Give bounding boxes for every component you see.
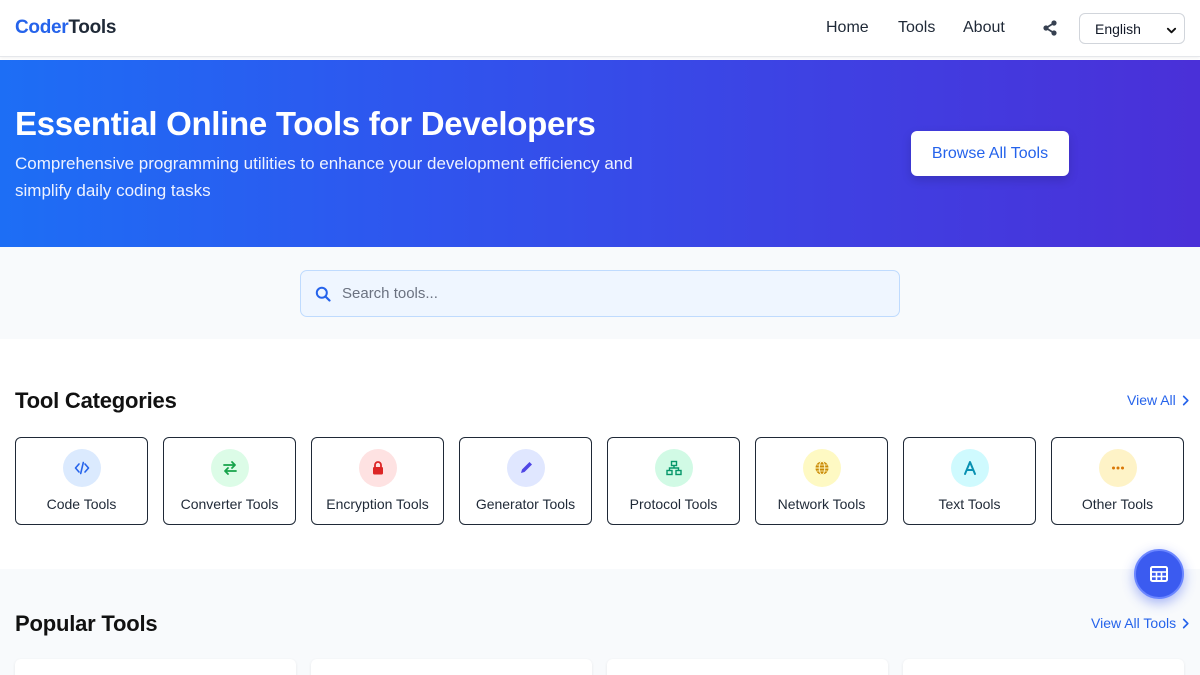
pencil-icon <box>507 449 545 487</box>
globe-icon <box>803 449 841 487</box>
network-tree-icon <box>655 449 693 487</box>
popular-tool-card[interactable] <box>607 659 888 675</box>
tools-grid-fab-button[interactable] <box>1134 549 1184 599</box>
category-encryption-tools[interactable]: Encryption Tools <box>311 437 444 525</box>
category-label: Encryption Tools <box>326 496 429 512</box>
letter-a-icon <box>951 449 989 487</box>
view-all-label: View All <box>1127 392 1176 408</box>
hero-title: Essential Online Tools for Developers <box>15 105 596 142</box>
nav-home[interactable]: Home <box>826 19 869 37</box>
category-label: Converter Tools <box>180 496 279 512</box>
popular-tool-card[interactable] <box>311 659 592 675</box>
category-list: Code Tools Converter Tools Encryption To… <box>15 437 1185 525</box>
category-code-tools[interactable]: Code Tools <box>15 437 148 525</box>
code-icon <box>63 449 101 487</box>
search-icon <box>315 286 331 302</box>
popular-tool-card[interactable] <box>903 659 1184 675</box>
nav-about[interactable]: About <box>963 19 1005 37</box>
share-icon[interactable] <box>1041 19 1059 37</box>
category-other-tools[interactable]: Other Tools <box>1051 437 1184 525</box>
view-all-tools-label: View All Tools <box>1091 615 1177 631</box>
view-all-categories-link[interactable]: View All <box>1127 392 1190 408</box>
arrows-exchange-icon <box>211 449 249 487</box>
search-input[interactable] <box>342 271 887 316</box>
category-network-tools[interactable]: Network Tools <box>755 437 888 525</box>
logo-part-coder: Coder <box>15 17 69 38</box>
chevron-down-icon <box>1166 23 1177 34</box>
category-label: Generator Tools <box>475 496 576 512</box>
hero-banner: Essential Online Tools for Developers Co… <box>0 60 1200 247</box>
search-box[interactable] <box>300 270 900 317</box>
nav-tools[interactable]: Tools <box>898 19 935 37</box>
category-label: Protocol Tools <box>629 496 718 512</box>
tool-categories-title: Tool Categories <box>15 388 177 413</box>
logo-part-tools: Tools <box>68 17 117 38</box>
popular-tools-title: Popular Tools <box>15 611 158 636</box>
category-label: Other Tools <box>1081 496 1154 512</box>
language-select-value: English <box>1095 20 1141 37</box>
browse-all-tools-button[interactable]: Browse All Tools <box>911 131 1069 176</box>
language-select[interactable]: English <box>1079 13 1185 44</box>
hero-subtitle: Comprehensive programming utilities to e… <box>15 154 633 200</box>
chevron-right-icon <box>1182 618 1189 628</box>
category-generator-tools[interactable]: Generator Tools <box>459 437 592 525</box>
grid-table-icon <box>1150 566 1168 582</box>
category-label: Network Tools <box>777 496 866 512</box>
site-header: CoderTools Home Tools About English <box>0 0 1200 57</box>
ellipsis-icon <box>1099 449 1137 487</box>
category-protocol-tools[interactable]: Protocol Tools <box>607 437 740 525</box>
search-section <box>0 247 1200 339</box>
popular-tool-card[interactable] <box>15 659 296 675</box>
lock-icon <box>359 449 397 487</box>
view-all-tools-link[interactable]: View All Tools <box>1091 615 1190 631</box>
category-text-tools[interactable]: Text Tools <box>903 437 1036 525</box>
category-converter-tools[interactable]: Converter Tools <box>163 437 296 525</box>
category-label: Code Tools <box>46 496 117 512</box>
site-logo[interactable]: CoderTools <box>15 17 116 39</box>
category-label: Text Tools <box>938 496 1001 512</box>
chevron-right-icon <box>1182 395 1189 405</box>
